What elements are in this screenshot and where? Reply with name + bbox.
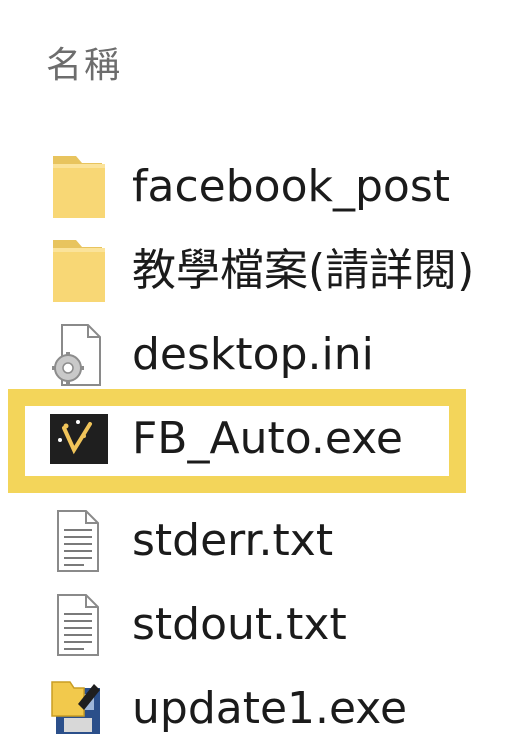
file-row-stderr-txt[interactable]: stderr.txt <box>0 499 520 583</box>
text-file-icon <box>50 508 108 574</box>
text-file-icon <box>50 592 108 658</box>
file-row-update1-exe[interactable]: update1.exe <box>0 667 520 741</box>
folder-icon <box>50 154 108 220</box>
file-name: stderr.txt <box>132 515 334 566</box>
name-column-header[interactable]: 名稱 <box>46 36 122 88</box>
installer-icon <box>50 676 108 741</box>
file-row-fb-auto-exe[interactable]: FB_Auto.exe <box>0 389 520 493</box>
file-name: FB_Auto.exe <box>132 413 403 464</box>
file-name: desktop.ini <box>132 329 374 380</box>
file-row-tutorial-folder[interactable]: 教學檔案(請詳閱) <box>0 229 520 313</box>
folder-icon <box>50 238 108 304</box>
file-row-desktop-ini[interactable]: desktop.ini <box>0 313 520 397</box>
file-name: 教學檔案(請詳閱) <box>132 245 475 296</box>
file-row-stdout-txt[interactable]: stdout.txt <box>0 583 520 667</box>
file-name: facebook_post <box>132 161 450 212</box>
fb-auto-app-icon <box>50 406 108 472</box>
settings-file-icon <box>50 322 108 388</box>
file-name: update1.exe <box>132 683 408 734</box>
file-row-facebook-post[interactable]: facebook_post <box>0 145 520 229</box>
file-name: stdout.txt <box>132 599 347 650</box>
